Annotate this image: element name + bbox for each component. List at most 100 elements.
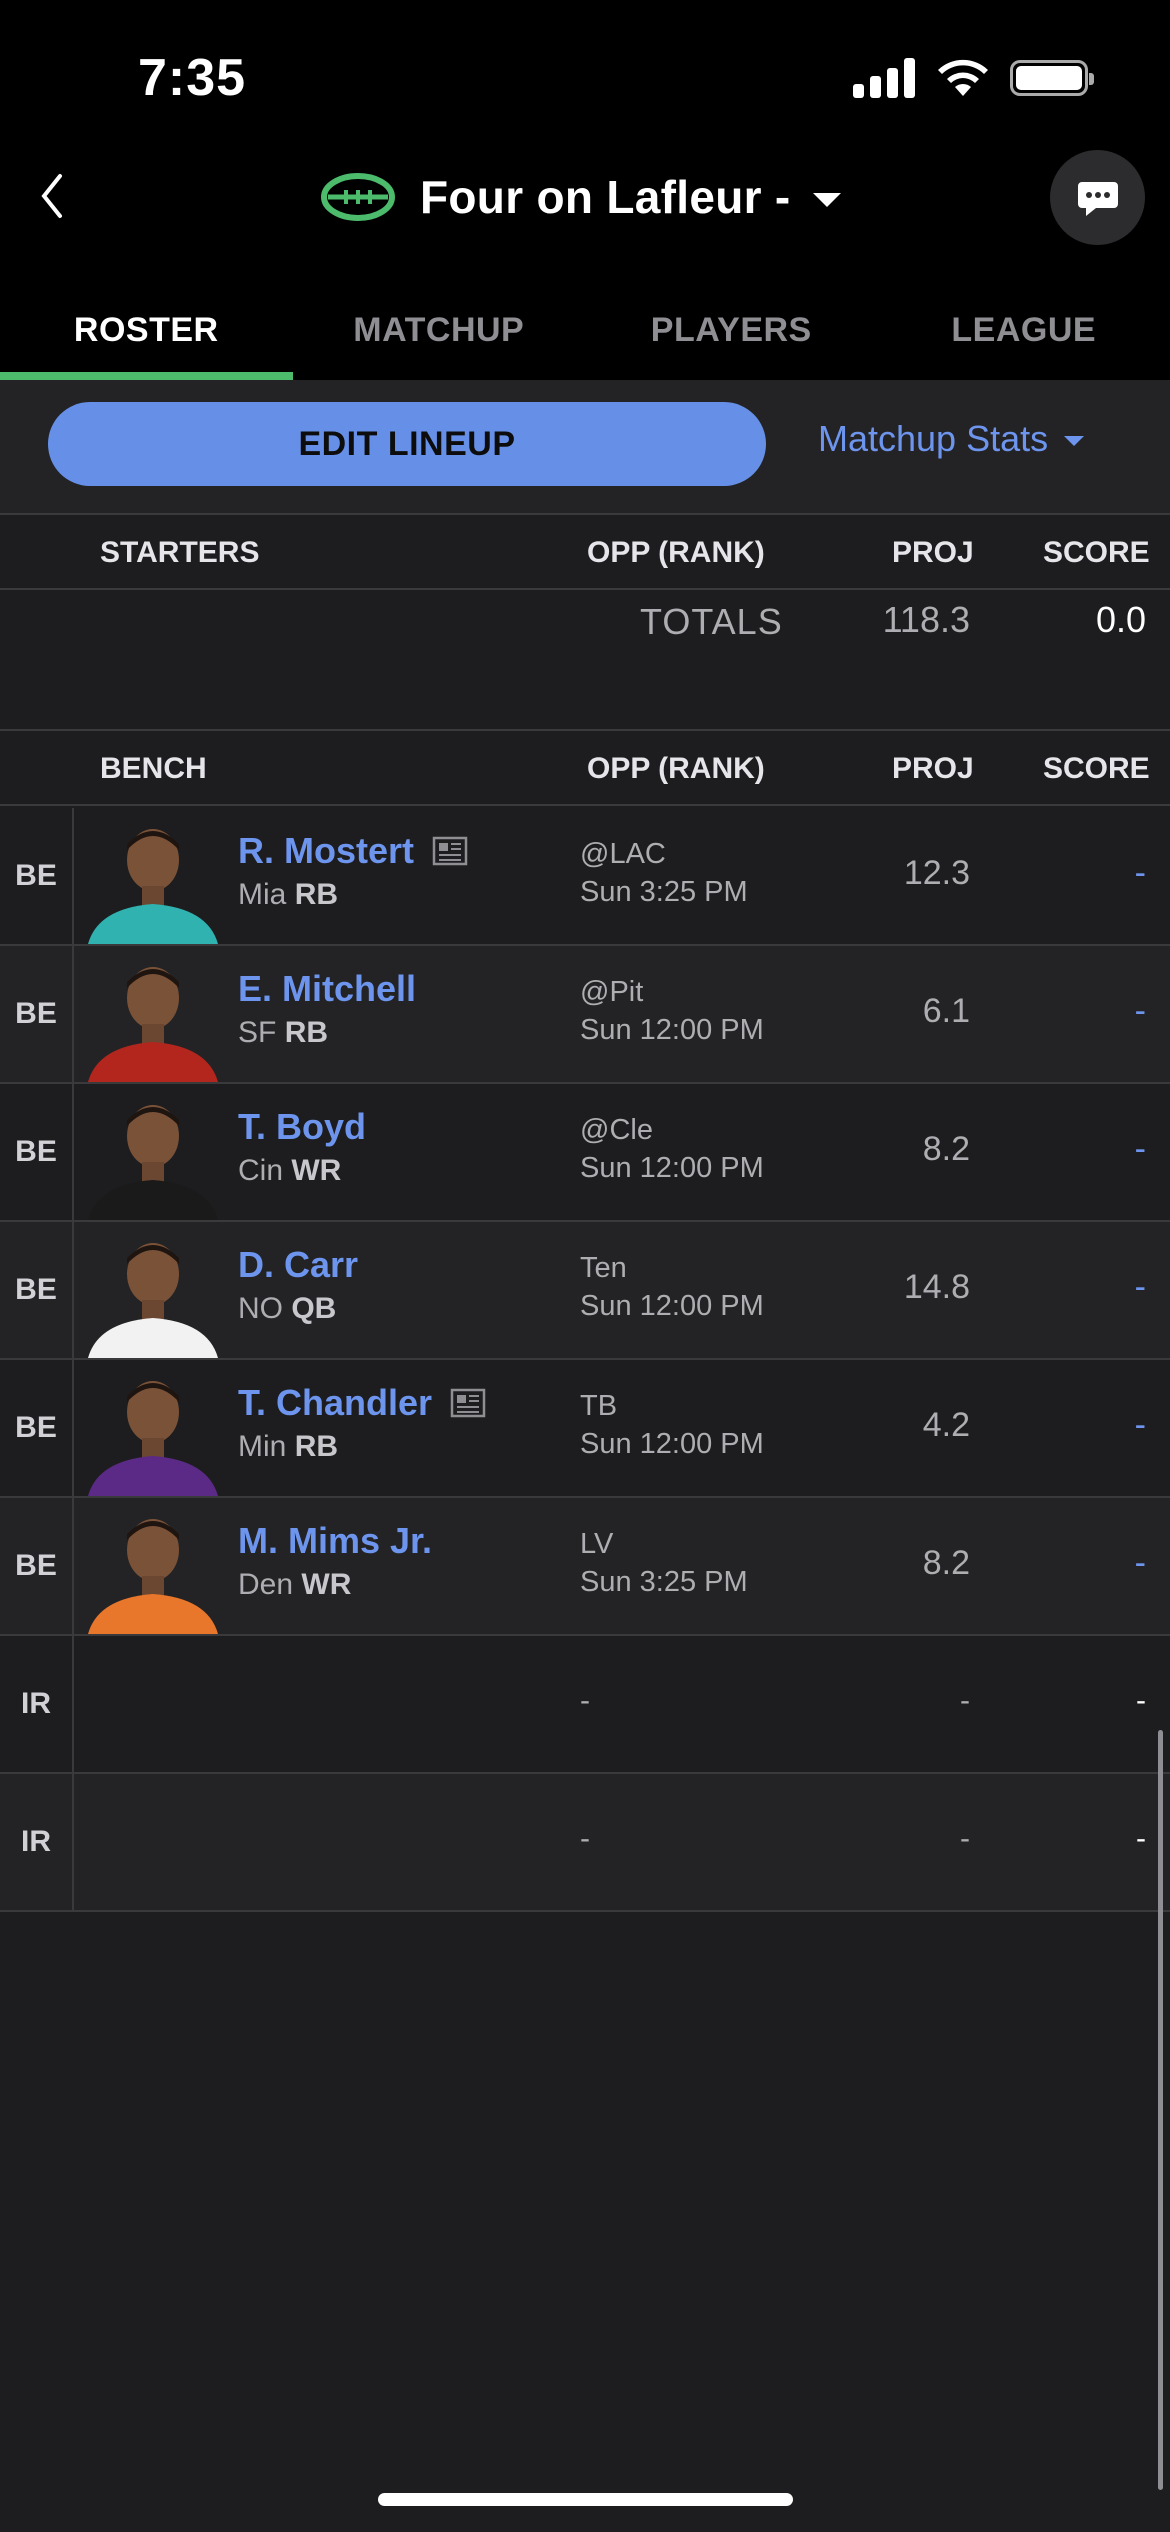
- table-row[interactable]: BE T. Boyd Cin WR @Cle Sun 12:00 PM 8.2 …: [0, 1084, 1170, 1222]
- score-value[interactable]: -: [1135, 1406, 1146, 1445]
- player-team-position: Mia RB: [238, 878, 338, 912]
- opponent[interactable]: @Cle: [580, 1114, 653, 1147]
- opponent[interactable]: LV: [580, 1528, 613, 1561]
- slot-label[interactable]: IR: [0, 1636, 74, 1772]
- player-name-link[interactable]: T. Chandler: [238, 1382, 486, 1424]
- player-team: NO: [238, 1292, 283, 1325]
- player-name: R. Mostert: [238, 830, 415, 871]
- slot-label[interactable]: BE: [0, 946, 74, 1082]
- player-headshot[interactable]: [78, 1366, 228, 1496]
- slot-label[interactable]: IR: [0, 1774, 74, 1910]
- score-value[interactable]: -: [1135, 1130, 1146, 1169]
- projected-points: 6.1: [922, 992, 970, 1030]
- chat-bubble-icon: [1077, 181, 1118, 216]
- matchup-stats-label: Matchup Stats: [818, 418, 1049, 459]
- proj-header[interactable]: PROJ: [892, 752, 974, 786]
- table-row[interactable]: BE E. Mitchell SF RB @Pit Sun 12:00 PM 6…: [0, 946, 1170, 1084]
- game-time: Sun 3:25 PM: [580, 876, 748, 908]
- projected-points: 12.3: [903, 854, 970, 892]
- tab-matchup[interactable]: MATCHUP: [293, 280, 586, 380]
- tab-league[interactable]: LEAGUE: [878, 280, 1170, 380]
- player-position: WR: [301, 1568, 352, 1601]
- opponent[interactable]: @LAC: [580, 838, 666, 871]
- slot-label[interactable]: BE: [0, 1084, 74, 1220]
- player-name-link[interactable]: R. Mostert: [238, 830, 468, 872]
- table-row[interactable]: BE T. Chandler Min RB TB Sun 12:00 PM 4.…: [0, 1360, 1170, 1498]
- caret-down-icon: [1064, 436, 1085, 446]
- score-value[interactable]: -: [1135, 992, 1146, 1031]
- player-headshot[interactable]: [78, 1504, 228, 1634]
- jersey-shape: [88, 904, 218, 944]
- game-time: Sun 12:00 PM: [580, 1428, 764, 1460]
- football-icon: [321, 173, 395, 221]
- game-time: Sun 12:00 PM: [580, 1152, 764, 1184]
- opponent: -: [580, 1684, 590, 1717]
- chevron-left-icon[interactable]: [30, 166, 74, 226]
- player-position: QB: [291, 1292, 337, 1325]
- player-name-link[interactable]: D. Carr: [238, 1244, 358, 1286]
- slot-label[interactable]: BE: [0, 1222, 74, 1358]
- player-name: E. Mitchell: [238, 968, 417, 1009]
- slot-label[interactable]: BE: [0, 1498, 74, 1634]
- player-name-link[interactable]: T. Boyd: [238, 1106, 366, 1148]
- projected-points: -: [960, 1822, 970, 1855]
- opponent[interactable]: TB: [580, 1390, 617, 1423]
- table-row[interactable]: BE M. Mims Jr. Den WR LV Sun 3:25 PM 8.2…: [0, 1498, 1170, 1636]
- slot-label[interactable]: BE: [0, 808, 74, 944]
- totals-score: 0.0: [1095, 599, 1146, 640]
- score-value[interactable]: -: [1135, 1544, 1146, 1583]
- home-indicator[interactable]: [378, 2493, 793, 2506]
- jersey-shape: [88, 1594, 218, 1634]
- scrollbar[interactable]: [1158, 1730, 1163, 2490]
- score-value: -: [1136, 1684, 1146, 1717]
- score-header[interactable]: SCORE: [1043, 536, 1150, 570]
- player-name: T. Boyd: [238, 1106, 367, 1147]
- starters-label: STARTERS: [100, 536, 260, 569]
- table-row[interactable]: BE D. Carr NO QB Ten Sun 12:00 PM 14.8 -: [0, 1222, 1170, 1360]
- player-headshot[interactable]: [78, 1228, 228, 1358]
- player-headshot[interactable]: [78, 814, 228, 944]
- projected-points: 8.2: [922, 1544, 970, 1582]
- jersey-shape: [88, 1318, 218, 1358]
- player-team: Cin: [238, 1154, 284, 1187]
- proj-header[interactable]: PROJ: [892, 536, 974, 570]
- player-team-position: Den WR: [238, 1568, 351, 1602]
- score-value[interactable]: -: [1135, 854, 1146, 893]
- matchup-stats-dropdown[interactable]: Matchup Stats: [818, 418, 1085, 460]
- chat-button[interactable]: [1050, 150, 1145, 245]
- tab-players[interactable]: PLAYERS: [585, 280, 878, 380]
- game-time: Sun 12:00 PM: [580, 1014, 764, 1046]
- team-selector[interactable]: Four on Lafleur -: [320, 162, 841, 232]
- game-time: Sun 12:00 PM: [580, 1290, 764, 1322]
- game-time: Sun 3:25 PM: [580, 1566, 748, 1598]
- table-row[interactable]: BE R. Mostert Mia RB @LAC Sun 3:25 PM 12…: [0, 808, 1170, 946]
- slot-label[interactable]: BE: [0, 1360, 74, 1496]
- player-position: WR: [291, 1154, 342, 1187]
- opp-rank-header[interactable]: OPP (RANK): [587, 752, 765, 786]
- news-icon[interactable]: [450, 1388, 486, 1418]
- opp-rank-header[interactable]: OPP (RANK): [587, 536, 765, 570]
- opponent[interactable]: Ten: [580, 1252, 627, 1285]
- bench-header: BENCH OPP (RANK) PROJ SCORE: [0, 732, 1170, 806]
- projected-points: -: [960, 1684, 970, 1717]
- tab-roster[interactable]: ROSTER: [0, 280, 293, 380]
- edit-lineup-button[interactable]: EDIT LINEUP: [48, 402, 766, 486]
- player-name-link[interactable]: E. Mitchell: [238, 968, 416, 1010]
- app-header: Four on Lafleur - ROSTER MATCHUP PLAYERS…: [0, 150, 1170, 380]
- player-team: Mia: [238, 878, 287, 911]
- table-row-empty[interactable]: IR - - -: [0, 1636, 1170, 1774]
- team-name: Four on Lafleur -: [420, 171, 791, 223]
- app-screen: 7:35 Four on Lafleur - ROSTER MATCHUP PL…: [0, 0, 1170, 2532]
- opponent[interactable]: @Pit: [580, 976, 643, 1009]
- news-icon[interactable]: [432, 836, 468, 866]
- totals-row: TOTALS 118.3 0.0: [0, 591, 1170, 731]
- player-headshot[interactable]: [78, 1090, 228, 1220]
- table-row-empty[interactable]: IR - - -: [0, 1774, 1170, 1912]
- score-header[interactable]: SCORE: [1043, 752, 1150, 786]
- projected-points: 4.2: [922, 1406, 970, 1444]
- score-value[interactable]: -: [1135, 1268, 1146, 1307]
- projected-points: 8.2: [922, 1130, 970, 1168]
- player-name-link[interactable]: M. Mims Jr.: [238, 1520, 432, 1562]
- totals-proj: 118.3: [882, 599, 970, 640]
- player-headshot[interactable]: [78, 952, 228, 1082]
